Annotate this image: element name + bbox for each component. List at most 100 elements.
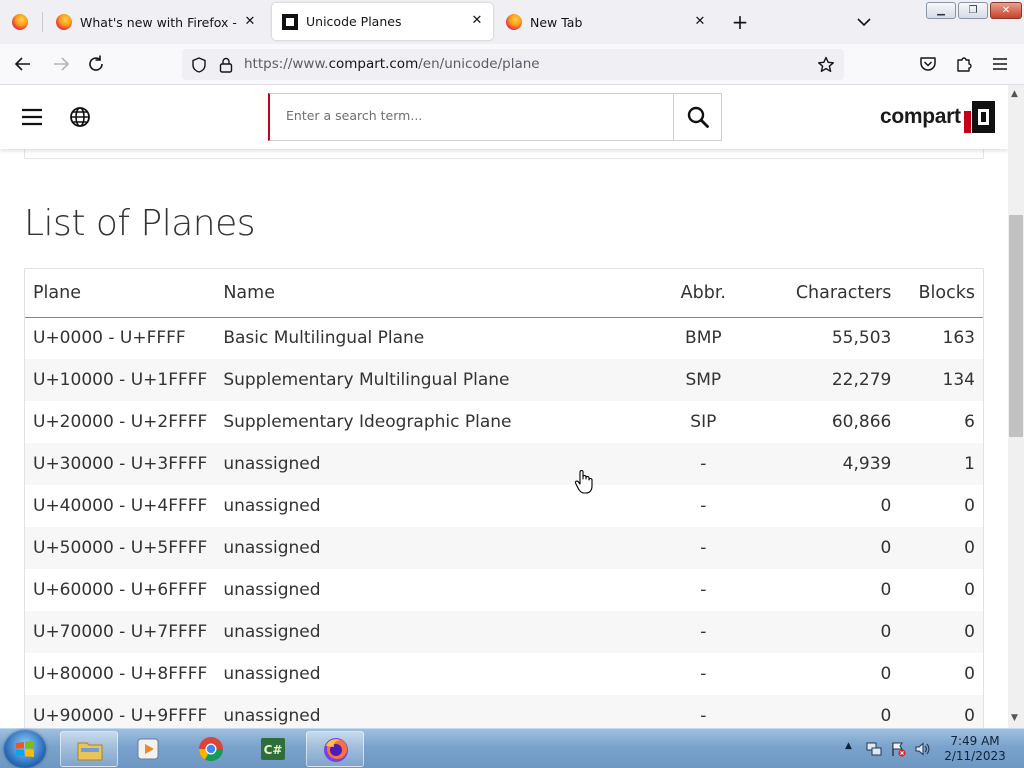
firefox-icon	[506, 14, 522, 30]
taskbar-media-player[interactable]	[120, 731, 178, 767]
extensions-puzzle-icon[interactable]	[954, 54, 974, 74]
tab-whats-new[interactable]: What's new with Firefox - More ✕	[52, 0, 266, 44]
column-header-blocks: Blocks	[905, 269, 983, 318]
show-hidden-icons-chevron-icon[interactable]: ▲	[845, 741, 852, 751]
clock-time: 7:49 AM	[950, 734, 1000, 748]
table-row: U+90000 - U+9FFFF unassigned -0 0	[25, 695, 983, 728]
svg-text:C#: C#	[264, 743, 283, 757]
cell-blocks: 0	[905, 611, 983, 653]
close-tab-icon[interactable]: ✕	[469, 13, 485, 29]
navigation-toolbar: https://www.compart.com/en/unicode/plane	[0, 44, 1024, 85]
minimize-button[interactable]: ▁	[926, 2, 956, 19]
windows-logo-icon	[16, 741, 34, 757]
forward-button[interactable]	[50, 53, 72, 75]
search-button[interactable]	[673, 94, 721, 140]
tab-title: New Tab	[530, 14, 583, 30]
web-page: compart List of Planes Plane Name Abbr. …	[0, 85, 1008, 728]
close-window-button[interactable]: ✕	[990, 2, 1022, 19]
hamburger-menu-icon[interactable]	[990, 54, 1010, 74]
cell-name: unassigned	[223, 580, 321, 600]
cell-blocks: 0	[964, 664, 975, 684]
table-row: U+40000 - U+4FFFF unassigned -0 0	[25, 485, 983, 527]
back-arrow-icon	[14, 57, 30, 71]
cell-abbr: -	[655, 695, 752, 728]
cell-plane: U+40000 - U+4FFFF	[33, 496, 208, 516]
reload-icon	[89, 55, 103, 71]
cell-plane: U+20000 - U+2FFFF	[33, 412, 208, 432]
cell-characters: 0	[880, 664, 892, 684]
cell-plane: U+60000 - U+6FFFF	[33, 580, 208, 600]
window-controls: ▁ ❐ ✕	[926, 2, 1022, 19]
taskbar-chrome[interactable]	[182, 731, 240, 767]
scroll-up-arrow-icon[interactable]: ▲	[1011, 89, 1018, 99]
close-tab-icon[interactable]: ✕	[692, 14, 708, 30]
tab-unicode-planes[interactable]: Unicode Planes ✕	[272, 3, 493, 40]
column-header-characters: Characters	[751, 269, 906, 318]
tracking-protection-shield-icon[interactable]	[190, 56, 208, 74]
bookmark-star-icon[interactable]	[816, 55, 836, 75]
cell-plane: U+80000 - U+8FFFF	[33, 664, 208, 684]
compart-logo-mark-icon	[963, 101, 995, 133]
cell-blocks: 0	[964, 580, 975, 600]
compart-logo[interactable]: compart	[880, 101, 995, 133]
page-scrollbar[interactable]: ▲ ▼	[1008, 85, 1024, 728]
table-row: U+30000 - U+3FFFF unassigned -4,939 1	[25, 443, 983, 485]
pocket-icon[interactable]	[918, 54, 938, 74]
cell-characters: 4,939	[751, 443, 906, 485]
action-center-flag-icon[interactable]	[890, 741, 906, 757]
start-button[interactable]	[4, 730, 46, 768]
taskbar-file-explorer[interactable]	[60, 731, 118, 767]
system-clock[interactable]: 7:49 AM 2/11/2023	[940, 734, 1010, 764]
forward-arrow-icon	[54, 57, 70, 71]
hand-cursor-icon	[574, 470, 593, 494]
cell-plane: U+50000 - U+5FFFF	[25, 527, 216, 569]
tab-separator	[42, 12, 43, 32]
cell-name: unassigned	[223, 664, 321, 684]
scroll-down-arrow-icon[interactable]: ▼	[1011, 713, 1018, 723]
cell-characters: 60,866	[831, 412, 892, 432]
folder-icon	[77, 742, 103, 761]
cell-blocks: 163	[942, 328, 975, 349]
column-header-name: Name	[215, 269, 656, 318]
url-text[interactable]: https://www.compart.com/en/unicode/plane	[244, 56, 540, 72]
url-path: /en/unicode/plane	[418, 56, 540, 72]
restore-button[interactable]: ❐	[958, 2, 988, 19]
table-row: U+80000 - U+8FFFF unassigned - 0 0	[25, 653, 983, 695]
tab-new-tab[interactable]: New Tab ✕	[502, 0, 716, 44]
firefox-view-button[interactable]	[0, 0, 42, 44]
cell-abbr: -	[655, 443, 752, 485]
cell-abbr: -	[700, 580, 707, 600]
volume-speaker-icon[interactable]	[914, 741, 930, 757]
cell-characters: 55,503	[831, 328, 892, 349]
table-row: U+50000 - U+5FFFF unassigned -0 0	[25, 527, 983, 569]
chrome-icon	[199, 737, 223, 762]
close-tab-icon[interactable]: ✕	[242, 14, 258, 30]
back-button[interactable]	[12, 53, 34, 75]
planes-table-container: Plane Name Abbr. Characters Blocks U+000…	[24, 268, 984, 728]
new-tab-button[interactable]: +	[730, 11, 750, 33]
list-all-tabs-button[interactable]	[854, 12, 874, 32]
cell-name: Basic Multilingual Plane	[223, 328, 425, 349]
globe-language-icon[interactable]	[68, 105, 92, 129]
cell-abbr: -	[700, 496, 707, 516]
cell-blocks: 6	[964, 412, 975, 432]
scrollbar-thumb[interactable]	[1009, 215, 1023, 437]
site-search-box	[268, 93, 722, 141]
tab-strip: What's new with Firefox - More ✕ Unicode…	[0, 0, 1024, 44]
cell-abbr: BMP	[685, 328, 722, 349]
hamburger-menu-icon[interactable]	[20, 106, 44, 128]
table-header-row: Plane Name Abbr. Characters Blocks	[25, 269, 983, 318]
taskbar-csharp-ide[interactable]: C#	[244, 731, 302, 767]
column-header-plane: Plane	[25, 269, 216, 318]
network-icon[interactable]	[866, 741, 882, 757]
cell-name: unassigned	[215, 527, 656, 569]
chevron-down-icon	[857, 18, 871, 27]
lock-icon[interactable]	[218, 56, 234, 74]
taskbar-firefox[interactable]	[306, 731, 364, 767]
firefox-icon	[324, 738, 348, 762]
cell-blocks: 0	[905, 695, 983, 728]
reload-button[interactable]	[85, 53, 107, 75]
csharp-icon: C#	[261, 738, 285, 760]
search-input[interactable]	[286, 108, 666, 123]
url-bar[interactable]: https://www.compart.com/en/unicode/plane	[182, 49, 844, 80]
